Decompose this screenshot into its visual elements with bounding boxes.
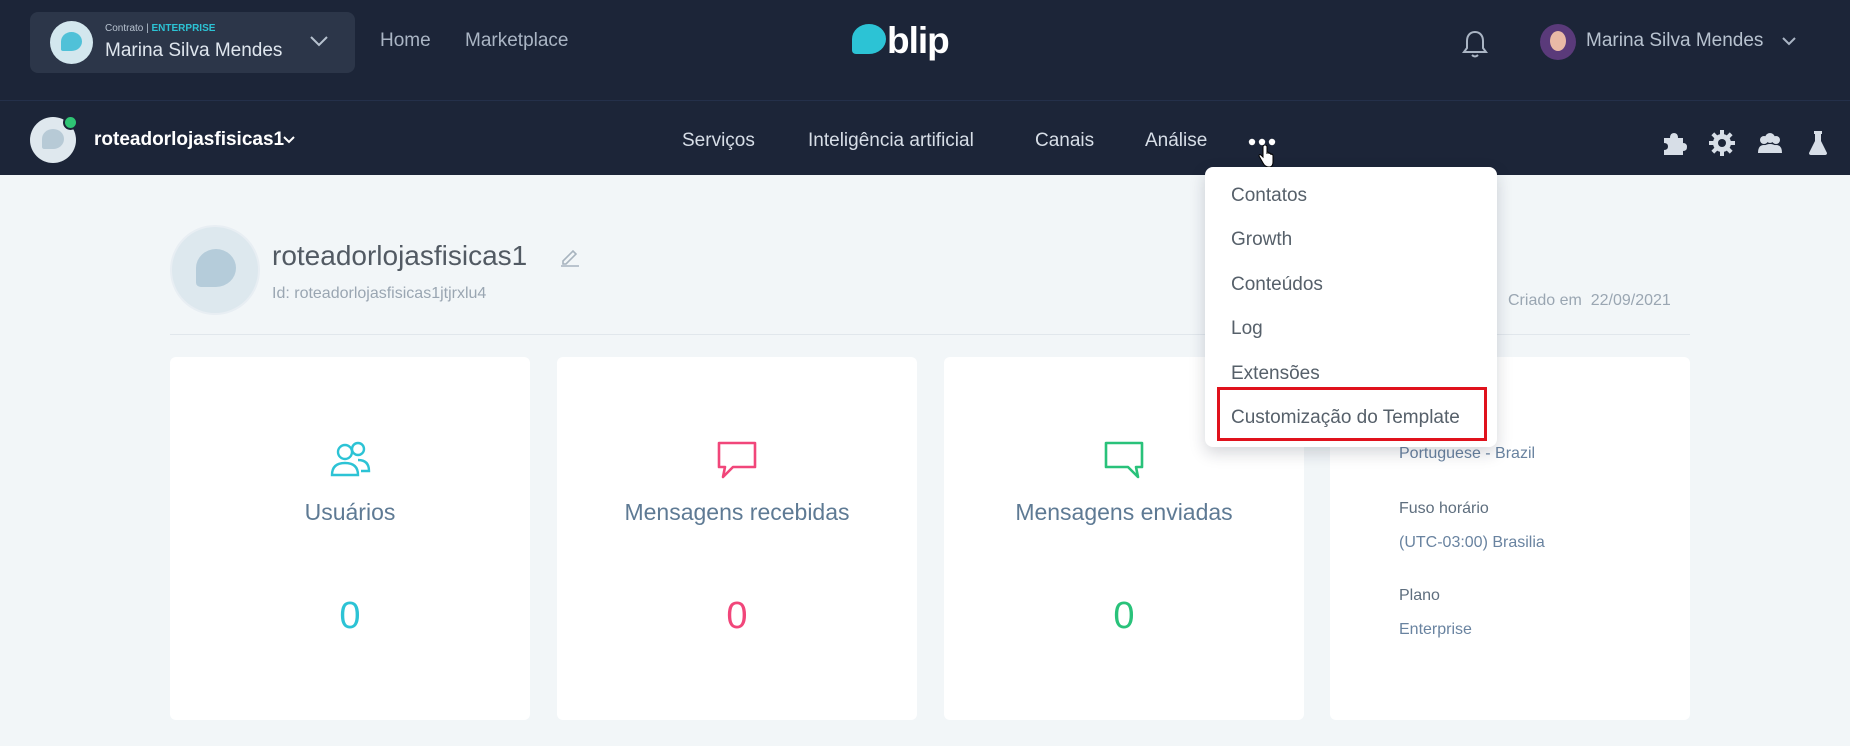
menu-item-contents[interactable]: Conteúdos (1231, 274, 1323, 296)
hand-cursor-icon (1258, 145, 1274, 168)
bot-nav-bar: roteadorlojasfisicas1 Serviços Inteligên… (0, 100, 1850, 175)
card-title: Mensagens enviadas (1015, 499, 1233, 525)
top-bar: Contrato | ENTERPRISE Marina Silva Mende… (0, 0, 1850, 100)
message-sent-icon (1104, 441, 1144, 479)
puzzle-icon[interactable] (1660, 129, 1688, 157)
team-icon[interactable] (1756, 129, 1784, 157)
flask-icon[interactable] (1804, 129, 1832, 157)
gear-icon[interactable] (1708, 129, 1736, 157)
bot-id: Id: roteadorlojasfisicas1jtjrxlu4 (272, 285, 487, 302)
plan-value: Enterprise (1399, 621, 1472, 638)
chevron-down-icon[interactable] (282, 134, 296, 146)
received-messages-card: Mensagens recebidas 0 (557, 357, 917, 720)
nav-channels[interactable]: Canais (1035, 130, 1094, 152)
card-title: Usuários (304, 499, 396, 525)
contract-avatar (50, 21, 93, 64)
pencil-icon[interactable] (559, 245, 581, 267)
user-avatar[interactable] (1540, 24, 1576, 60)
created-date: Criado em 22/09/2021 (1508, 292, 1671, 309)
contract-label: Contrato | ENTERPRISE (105, 23, 216, 34)
nav-home[interactable]: Home (380, 30, 431, 52)
timezone-label: Fuso horário (1399, 500, 1489, 517)
logo-mark-icon (852, 24, 886, 54)
chevron-down-icon[interactable] (1781, 34, 1797, 48)
contract-selector[interactable]: Contrato | ENTERPRISE Marina Silva Mende… (30, 12, 355, 73)
bot-profile-avatar (170, 225, 260, 315)
nav-services[interactable]: Serviços (682, 130, 755, 152)
menu-item-template-customization[interactable]: Customização do Template (1231, 407, 1460, 429)
card-value: 0 (726, 595, 748, 637)
nav-analysis[interactable]: Análise (1145, 130, 1207, 152)
contract-plan: ENTERPRISE (151, 23, 216, 34)
bot-selector[interactable]: roteadorlojasfisicas1 (94, 129, 284, 151)
menu-item-log[interactable]: Log (1231, 318, 1263, 340)
card-value: 0 (1113, 595, 1135, 637)
nav-ai[interactable]: Inteligência artificial (808, 130, 974, 152)
language-value: Portuguese - Brazil (1399, 445, 1536, 462)
contract-name: Marina Silva Mendes (105, 40, 283, 61)
logo-text: blip (887, 20, 950, 61)
bot-avatar[interactable] (30, 115, 78, 163)
menu-item-extensions[interactable]: Extensões (1231, 363, 1320, 385)
plan-label: Plano (1399, 587, 1440, 604)
user-name[interactable]: Marina Silva Mendes (1586, 30, 1763, 52)
message-received-icon (717, 441, 757, 479)
users-icon (330, 441, 371, 477)
timezone-value: (UTC-03:00) Brasilia (1399, 534, 1545, 551)
bot-title: roteadorlojasfisicas1 (272, 240, 528, 271)
online-status-dot (63, 115, 78, 130)
users-card: Usuários 0 (170, 357, 530, 720)
card-value: 0 (339, 595, 361, 637)
bell-icon[interactable] (1461, 28, 1489, 60)
card-title: Mensagens recebidas (624, 499, 850, 525)
nav-marketplace[interactable]: Marketplace (465, 30, 569, 52)
more-options-menu: Contatos Growth Conteúdos Log Extensões … (1205, 167, 1497, 447)
menu-item-growth[interactable]: Growth (1231, 229, 1292, 251)
blip-logo[interactable]: blip (852, 18, 952, 62)
chevron-down-icon[interactable] (308, 30, 330, 52)
menu-item-contacts[interactable]: Contatos (1231, 185, 1307, 207)
